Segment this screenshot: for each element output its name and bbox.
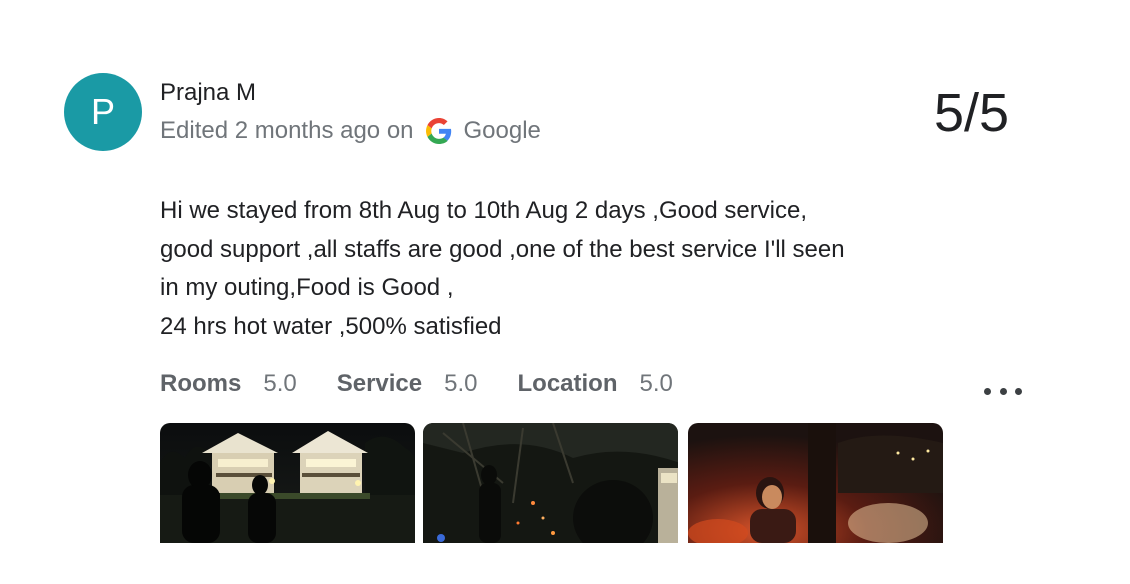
rating-value: 5.0 (444, 370, 478, 397)
google-g-icon (425, 118, 452, 144)
more-horizontal-icon-dot (999, 387, 1007, 395)
rating-label: Location (517, 370, 618, 397)
review-card: P Prajna M Edited 2 months ago on Google… (0, 0, 1130, 584)
source-name: Google (463, 117, 541, 144)
review-text-line: good support ,all staffs are good ,one o… (160, 235, 845, 263)
rating-rooms: Rooms 5.0 (160, 368, 297, 400)
avatar[interactable]: P (64, 73, 142, 151)
review-text: Hi we stayed from 8th Aug to 10th Aug 2 … (160, 192, 980, 346)
review-text-line: Hi we stayed from 8th Aug to 10th Aug 2 … (160, 197, 808, 224)
rating-value: 5.0 (639, 370, 673, 397)
rating-service: Service 5.0 (337, 368, 478, 400)
review-score: 5/5 (934, 83, 1010, 143)
more-horizontal-icon (984, 387, 991, 395)
rating-label: Rooms (160, 370, 242, 397)
bonfire-night-photo[interactable] (423, 423, 678, 543)
review-meta: Edited 2 months ago on Google (160, 116, 541, 146)
review-text-line: in my outing,Food is Good , (160, 274, 454, 301)
category-ratings: Rooms 5.0 Service 5.0 Location 5.0 (160, 368, 713, 400)
review-text-line: 24 hrs hot water ,500% satisfied (160, 312, 502, 340)
more-options-button[interactable] (984, 377, 1022, 405)
review-photos (160, 423, 950, 543)
campfire-people-photo[interactable] (688, 423, 943, 543)
edited-timestamp: Edited 2 months ago on (160, 117, 414, 144)
more-horizontal-icon-dot (1015, 387, 1022, 395)
author-name[interactable]: Prajna M (160, 78, 256, 108)
rating-label: Service (336, 370, 423, 397)
rating-value: 5.0 (263, 370, 297, 397)
villa-night-photo[interactable] (160, 423, 415, 543)
rating-location: Location 5.0 (518, 368, 673, 400)
